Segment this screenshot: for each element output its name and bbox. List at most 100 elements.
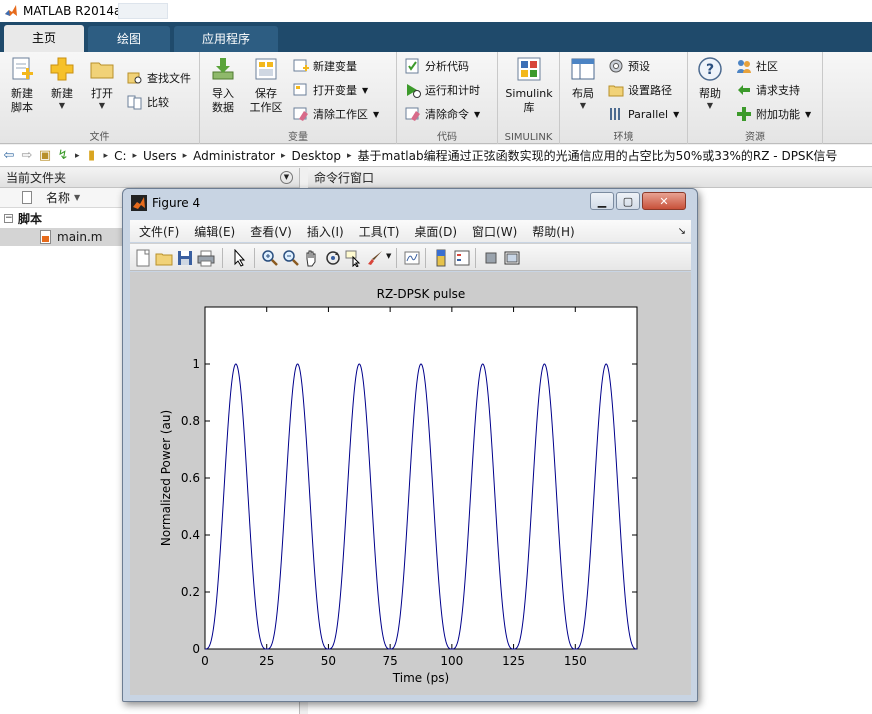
collapse-icon[interactable]: −: [4, 214, 13, 223]
layout-label: 布局: [572, 87, 594, 100]
y-tick-label: 1: [192, 357, 200, 371]
figure-canvas[interactable]: RZ-DPSK pulse Time (ps) Normalized Power…: [130, 272, 691, 695]
forward-icon[interactable]: ⇨: [18, 147, 36, 165]
file-type-icon: [22, 191, 32, 204]
pointer-icon[interactable]: [230, 249, 248, 267]
analyze-code-button[interactable]: 分析代码: [405, 56, 469, 76]
current-folder-title: 当前文件夹: [6, 171, 67, 185]
simulink-label-1: Simulink: [505, 87, 553, 100]
preferences-button[interactable]: 预设: [608, 56, 650, 76]
compare-button[interactable]: 比较: [127, 92, 169, 112]
rotate-3d-icon[interactable]: [324, 249, 342, 267]
print-icon[interactable]: [197, 249, 215, 267]
link-plot-icon[interactable]: [403, 249, 421, 267]
help-label: 帮助: [699, 87, 721, 100]
request-support-button[interactable]: 请求支持: [736, 80, 800, 100]
breadcrumb-administrator[interactable]: Administrator: [193, 149, 275, 163]
show-plot-tools-icon[interactable]: [503, 249, 521, 267]
menu-edit[interactable]: 编辑(E): [194, 223, 235, 240]
breadcrumb-desktop[interactable]: Desktop: [292, 149, 342, 163]
x-tick-label: 0: [201, 654, 209, 668]
zoom-out-icon[interactable]: [282, 249, 300, 267]
import-data-label-1: 导入: [212, 87, 234, 100]
help-button[interactable]: ? 帮助 ▼: [694, 56, 726, 111]
add-ons-icon: [737, 107, 751, 121]
menu-view[interactable]: 查看(V): [250, 223, 292, 240]
minimize-button[interactable]: ▁: [590, 192, 614, 210]
minimize-icon: ▁: [597, 194, 607, 208]
tab-apps[interactable]: 应用程序: [174, 26, 278, 52]
command-window-header: 命令行窗口: [308, 168, 872, 188]
close-button[interactable]: ✕: [642, 192, 686, 210]
add-ons-label: 附加功能: [756, 108, 800, 121]
browse-folder-icon[interactable]: ↯: [54, 147, 72, 165]
figure-window[interactable]: Figure 4 ▁ ▢ ✕ 文件(F) 编辑(E) 查看(V) 插入(I) 工…: [122, 188, 698, 702]
community-button[interactable]: 社区: [736, 56, 778, 76]
run-and-time-button[interactable]: 运行和计时: [405, 80, 480, 100]
pan-hand-icon[interactable]: [303, 249, 321, 267]
file-row[interactable]: main.m: [0, 228, 122, 246]
legend-icon[interactable]: [453, 249, 471, 267]
clear-workspace-button[interactable]: 清除工作区 ▼: [293, 104, 379, 124]
variable-group-label: 变量: [288, 132, 308, 143]
clear-commands-label: 清除命令: [425, 108, 469, 121]
menu-window[interactable]: 窗口(W): [472, 223, 517, 240]
chevron-down-icon: ▼: [805, 109, 812, 119]
m-file-icon: [40, 230, 51, 244]
environment-group: 布局 ▼ 预设 设置路径 Parallel ▼ 环境: [560, 52, 688, 144]
quick-access-area: [118, 3, 168, 19]
sort-down-icon: ▼: [74, 193, 81, 202]
new-variable-button[interactable]: 新建变量: [293, 56, 357, 76]
run-and-time-label: 运行和计时: [425, 84, 480, 97]
chevron-right-icon: ▸: [182, 150, 188, 161]
eraser-icon: [405, 107, 420, 121]
hide-plot-tools-icon[interactable]: [482, 249, 500, 267]
folder-icon: ▮: [87, 148, 96, 163]
clear-commands-button[interactable]: 清除命令 ▼: [405, 104, 480, 124]
resources-group: ? 帮助 ▼ 社区 请求支持 附加功能 ▼ 资源: [688, 52, 823, 144]
up-folder-icon[interactable]: ▣: [36, 147, 54, 165]
maximize-button[interactable]: ▢: [616, 192, 640, 210]
tab-home[interactable]: 主页: [4, 25, 84, 52]
save-icon[interactable]: [176, 249, 194, 267]
menu-insert[interactable]: 插入(I): [307, 223, 344, 240]
dock-arrow-icon[interactable]: ↘: [678, 226, 686, 237]
set-path-button[interactable]: 设置路径: [608, 80, 672, 100]
new-script-button[interactable]: 新建 脚本: [4, 56, 40, 115]
new-button[interactable]: 新建 ▼: [46, 56, 78, 111]
panel-menu-icon[interactable]: ▼: [280, 171, 293, 184]
breadcrumb-drive[interactable]: C:: [114, 149, 126, 163]
parallel-button[interactable]: Parallel ▼: [608, 104, 679, 124]
add-ons-button[interactable]: 附加功能 ▼: [736, 104, 811, 124]
open-button[interactable]: 打开 ▼: [86, 56, 118, 111]
new-label: 新建: [51, 87, 73, 100]
find-files-icon: [127, 72, 142, 84]
breadcrumb-project-folder[interactable]: 基于matlab编程通过正弦函数实现的光通信应用的占空比为50%或33%的RZ …: [358, 147, 838, 164]
save-workspace-button[interactable]: 保存 工作区: [246, 56, 286, 115]
open-variable-button[interactable]: 打开变量 ▼: [293, 80, 368, 100]
menu-file[interactable]: 文件(F): [139, 223, 179, 240]
find-files-button[interactable]: 查找文件: [127, 68, 191, 88]
tab-plots[interactable]: 绘图: [88, 26, 170, 52]
zoom-in-icon[interactable]: [261, 249, 279, 267]
data-cursor-icon[interactable]: [345, 249, 363, 267]
new-figure-icon[interactable]: [134, 249, 152, 267]
pulse-chart[interactable]: RZ-DPSK pulse Time (ps) Normalized Power…: [130, 272, 691, 695]
back-icon[interactable]: ⇦: [0, 147, 18, 165]
menu-tools[interactable]: 工具(T): [359, 223, 400, 240]
simulink-library-button[interactable]: Simulink 库: [503, 56, 555, 115]
open-file-icon[interactable]: [155, 249, 173, 267]
gear-icon: [609, 59, 623, 73]
chevron-down-icon[interactable]: ▼: [386, 252, 391, 260]
eraser-icon: [293, 107, 308, 121]
ribbon: 新建 脚本 新建 ▼ 打开 ▼ 查找文件 比较 文件 导入 数据 保存 工作区 …: [0, 52, 872, 144]
menu-desktop[interactable]: 桌面(D): [414, 223, 457, 240]
layout-button[interactable]: 布局 ▼: [566, 56, 600, 111]
chevron-down-icon: ▼: [362, 85, 369, 95]
breadcrumb-users[interactable]: Users: [143, 149, 177, 163]
import-data-button[interactable]: 导入 数据: [206, 56, 240, 115]
colorbar-icon[interactable]: [432, 249, 450, 267]
menu-help[interactable]: 帮助(H): [532, 223, 574, 240]
new-variable-label: 新建变量: [313, 60, 357, 73]
brush-icon[interactable]: [366, 249, 384, 267]
